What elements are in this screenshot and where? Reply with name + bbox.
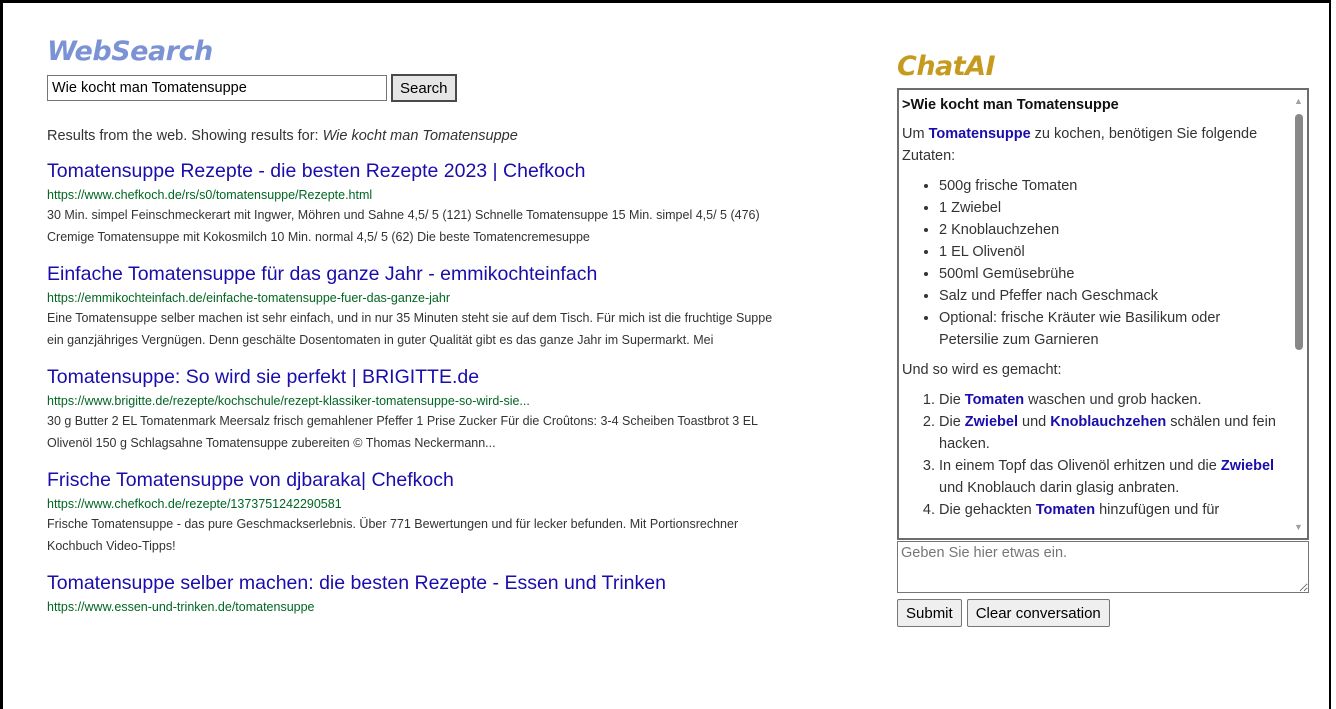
result-title-link[interactable]: Tomatensuppe selber machen: die besten R…	[47, 571, 787, 595]
list-item: In einem Topf das Olivenöl erhitzen und …	[939, 455, 1279, 499]
text: und	[1017, 414, 1051, 430]
result-url: https://www.chefkoch.de/rs/s0/tomatensup…	[47, 188, 373, 202]
result-snippet: Eine Tomatensuppe selber machen ist sehr…	[47, 311, 773, 347]
keyword-link[interactable]: Tomatensuppe	[929, 126, 1031, 142]
result-url: https://emmikochteinfach.de/einfache-tom…	[47, 291, 450, 305]
chat-user-message: >Wie kocht man Tomatensuppe	[902, 97, 1119, 113]
chat-message-input[interactable]	[897, 541, 1309, 593]
keyword-link[interactable]: Tomaten	[965, 392, 1024, 408]
result-title-link[interactable]: Einfache Tomatensuppe für das ganze Jahr…	[47, 262, 787, 286]
ingredient-list: 500g frische Tomaten 1 Zwiebel 2 Knoblau…	[902, 175, 1279, 351]
chat-scrollbar[interactable]: ▲ ▼	[1290, 90, 1307, 538]
chat-steps-intro: Und so wird es gemacht:	[902, 362, 1062, 378]
result-url: https://www.chefkoch.de/rezepte/13737512…	[47, 497, 342, 511]
text: Die gehackten	[939, 502, 1036, 518]
result-snippet: 30 g Butter 2 EL Tomatenmark Meersalz fr…	[47, 414, 758, 450]
result-title-link[interactable]: Tomatensuppe: So wird sie perfekt | BRIG…	[47, 365, 787, 389]
submit-button[interactable]: Submit	[897, 599, 962, 627]
search-result: Einfache Tomatensuppe für das ganze Jahr…	[47, 262, 787, 351]
list-item: Die gehackten Tomaten hinzufügen und für	[939, 499, 1279, 521]
list-item: 1 EL Olivenöl	[939, 241, 1279, 263]
list-item: Optional: frische Kräuter wie Basilikum …	[939, 307, 1279, 351]
scroll-up-arrow-icon[interactable]: ▲	[1294, 96, 1303, 106]
list-item: Salz und Pfeffer nach Geschmack	[939, 285, 1279, 307]
scrollbar-thumb[interactable]	[1295, 114, 1303, 350]
search-input[interactable]	[47, 75, 387, 101]
text: und Knoblauch darin glasig anbraten.	[939, 480, 1180, 496]
chat-actions: Submit Clear conversation	[897, 599, 1311, 627]
list-item: 500g frische Tomaten	[939, 175, 1279, 197]
result-snippet: Frische Tomatensuppe - das pure Geschmac…	[47, 517, 739, 553]
search-result: Tomatensuppe Rezepte - die besten Rezept…	[47, 159, 787, 248]
result-url: https://www.essen-und-trinken.de/tomaten…	[47, 600, 315, 614]
keyword-link[interactable]: Knoblauchzehen	[1050, 414, 1166, 430]
text: Die	[939, 392, 965, 408]
text: In einem Topf das Olivenöl erhitzen und …	[939, 458, 1221, 474]
search-result: Tomatensuppe selber machen: die besten R…	[47, 571, 787, 615]
keyword-link[interactable]: Zwiebel	[965, 414, 1018, 430]
chatai-logo: ChatAI	[897, 51, 996, 82]
list-item: 1 Zwiebel	[939, 197, 1279, 219]
list-item: Die Zwiebel und Knoblauchzehen schälen u…	[939, 411, 1279, 455]
search-result: Tomatensuppe: So wird sie perfekt | BRIG…	[47, 365, 787, 454]
chat-messages: >Wie kocht man Tomatensuppe Um Tomatensu…	[899, 90, 1307, 521]
result-title-link[interactable]: Frische Tomatensuppe von djbaraka| Chefk…	[47, 468, 787, 492]
chat-answer-intro: Um Tomatensuppe zu kochen, benötigen Sie…	[902, 123, 1279, 167]
list-item: Die Tomaten waschen und grob hacken.	[939, 389, 1279, 411]
websearch-logo: WebSearch	[47, 36, 213, 67]
chat-conversation[interactable]: >Wie kocht man Tomatensuppe Um Tomatensu…	[897, 88, 1309, 540]
keyword-link[interactable]: Tomaten	[1036, 502, 1095, 518]
search-button[interactable]: Search	[391, 74, 457, 102]
results-info-prefix: Results from the web. Showing results fo…	[47, 128, 319, 144]
scroll-down-arrow-icon[interactable]: ▼	[1294, 522, 1303, 532]
clear-conversation-button[interactable]: Clear conversation	[966, 599, 1110, 627]
result-snippet: 30 Min. simpel Feinschmeckerart mit Ingw…	[47, 208, 760, 244]
list-item: 500ml Gemüsebrühe	[939, 263, 1279, 285]
list-item: 2 Knoblauchzehen	[939, 219, 1279, 241]
text: Die	[939, 414, 965, 430]
result-title-link[interactable]: Tomatensuppe Rezepte - die besten Rezept…	[47, 159, 787, 183]
text: hinzufügen und für	[1095, 502, 1220, 518]
web-search-panel: WebSearch Search Results from the web. S…	[47, 36, 787, 615]
chat-panel: ChatAI >Wie kocht man Tomatensuppe Um To…	[897, 50, 1311, 627]
keyword-link[interactable]: Zwiebel	[1221, 458, 1274, 474]
step-list: Die Tomaten waschen und grob hacken. Die…	[902, 389, 1279, 521]
text: Um	[902, 126, 929, 142]
result-url: https://www.brigitte.de/rezepte/kochschu…	[47, 394, 530, 408]
results-info-query: Wie kocht man Tomatensuppe	[322, 128, 518, 144]
search-bar: Search	[47, 74, 787, 102]
results-info: Results from the web. Showing results fo…	[47, 127, 787, 145]
text: waschen und grob hacken.	[1024, 392, 1202, 408]
search-result: Frische Tomatensuppe von djbaraka| Chefk…	[47, 468, 787, 557]
